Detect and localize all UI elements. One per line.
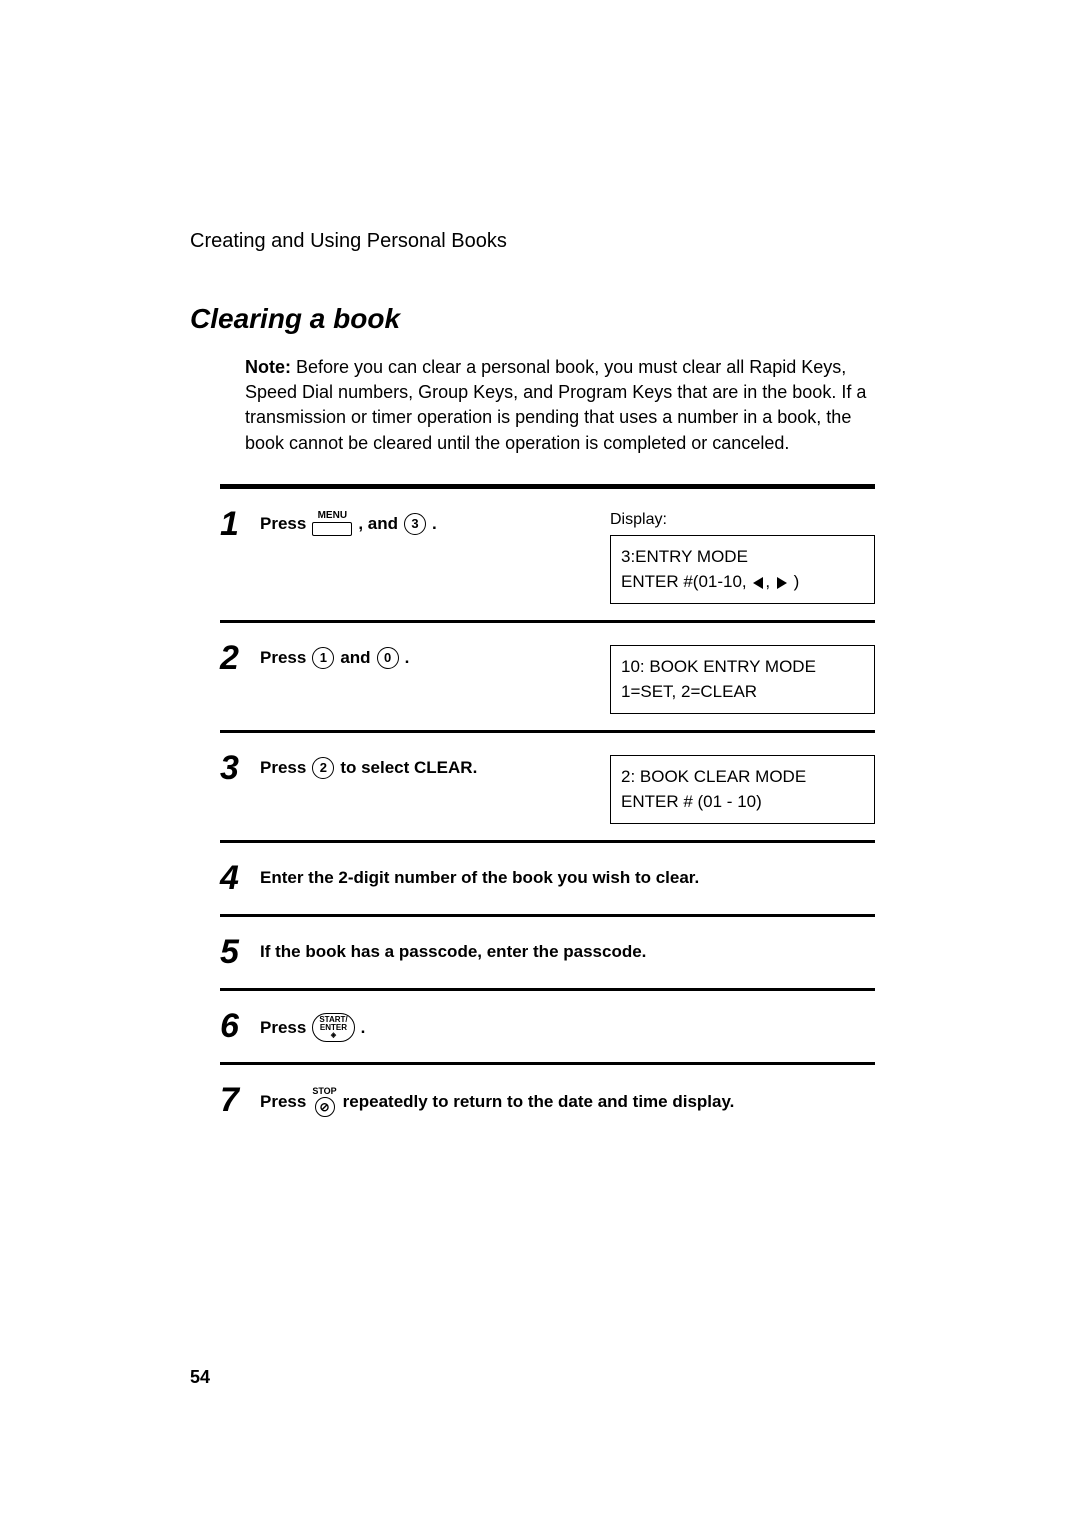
display-area: 10: BOOK ENTRY MODE 1=SET, 2=CLEAR: [610, 645, 875, 714]
display-box: 2: BOOK CLEAR MODE ENTER # (01 - 10): [610, 755, 875, 824]
key-0-icon: 0: [377, 647, 399, 669]
display-box: 10: BOOK ENTRY MODE 1=SET, 2=CLEAR: [610, 645, 875, 714]
step-number: 5: [220, 927, 260, 972]
step-instruction: If the book has a passcode, enter the pa…: [260, 939, 875, 965]
display-line-1: 10: BOOK ENTRY MODE: [621, 654, 864, 680]
step-instruction: Press 1 and 0 .: [260, 645, 598, 671]
step-row-4: 4 Enter the 2-digit number of the book y…: [220, 840, 875, 914]
breadcrumb: Creating and Using Personal Books: [190, 230, 890, 253]
note-block: Note: Before you can clear a personal bo…: [245, 355, 890, 456]
step-instruction: Press MENU , and 3 .: [260, 511, 598, 537]
step-row-3: 3 Press 2 to select CLEAR. 2: BOOK CLEAR…: [220, 730, 875, 840]
step-instruction: Press 2 to select CLEAR.: [260, 755, 598, 781]
display-line-2: 1=SET, 2=CLEAR: [621, 679, 864, 705]
rest-text: repeatedly to return to the date and tim…: [343, 1089, 735, 1115]
display-line-2: ENTER # (01 - 10): [621, 789, 864, 815]
step-number: 7: [220, 1075, 260, 1120]
press-text: Press: [260, 1015, 306, 1041]
step-row-6: 6 Press START/ ENTER ◈ .: [220, 988, 875, 1062]
note-text: Before you can clear a personal book, yo…: [245, 357, 866, 453]
steps-table: 1 Press MENU , and 3 . Display: 3:ENTRY …: [220, 484, 875, 1136]
menu-key-icon: MENU: [312, 511, 352, 536]
step-number: 4: [220, 853, 260, 898]
end-text: .: [405, 645, 410, 671]
press-text: Press: [260, 755, 306, 781]
step-text: Enter the 2-digit number of the book you…: [260, 865, 699, 891]
display-area: Display: 3:ENTRY MODE ENTER #(01-10, , ): [610, 511, 875, 604]
step-instruction: Press STOP ⊘ repeatedly to return to the…: [260, 1087, 875, 1117]
press-text: Press: [260, 511, 306, 537]
display-line-2b: ,: [765, 572, 774, 591]
display-line-2c: ): [789, 572, 799, 591]
rest-text: to select CLEAR.: [340, 755, 477, 781]
start-label-2: ENTER: [319, 1024, 347, 1032]
display-line-2a: ENTER #(01-10,: [621, 572, 751, 591]
step-row-7: 7 Press STOP ⊘ repeatedly to return to t…: [220, 1062, 875, 1136]
stop-circle-icon: ⊘: [315, 1097, 335, 1117]
and-text: and: [340, 645, 370, 671]
end-text: .: [432, 511, 437, 537]
start-enter-key-icon: START/ ENTER ◈: [312, 1013, 354, 1042]
step-text: If the book has a passcode, enter the pa…: [260, 939, 646, 965]
triangle-left-icon: [753, 577, 763, 589]
step-number: 3: [220, 743, 260, 788]
display-line-2: ENTER #(01-10, , ): [621, 569, 864, 595]
press-text: Press: [260, 645, 306, 671]
step-row-5: 5 If the book has a passcode, enter the …: [220, 914, 875, 988]
step-number: 1: [220, 499, 260, 544]
display-label: Display:: [610, 511, 875, 529]
key-3-icon: 3: [404, 513, 426, 535]
start-diamond-icon: ◈: [319, 1032, 347, 1039]
display-box: 3:ENTRY MODE ENTER #(01-10, , ): [610, 535, 875, 604]
stop-label: STOP: [312, 1087, 336, 1096]
page-number: 54: [190, 1367, 210, 1388]
key-1-icon: 1: [312, 647, 334, 669]
end-text: .: [361, 1015, 366, 1041]
display-line-1: 2: BOOK CLEAR MODE: [621, 764, 864, 790]
step-row-1: 1 Press MENU , and 3 . Display: 3:ENTRY …: [220, 484, 875, 620]
step-row-2: 2 Press 1 and 0 . 10: BOOK ENTRY MODE 1=…: [220, 620, 875, 730]
display-area: 2: BOOK CLEAR MODE ENTER # (01 - 10): [610, 755, 875, 824]
menu-label: MENU: [318, 511, 347, 521]
note-label: Note:: [245, 357, 291, 377]
stop-key-icon: STOP ⊘: [312, 1087, 336, 1117]
key-2-icon: 2: [312, 757, 334, 779]
press-text: Press: [260, 1089, 306, 1115]
and-text: , and: [358, 511, 398, 537]
step-instruction: Press START/ ENTER ◈ .: [260, 1013, 875, 1042]
step-instruction: Enter the 2-digit number of the book you…: [260, 865, 875, 891]
step-number: 2: [220, 633, 260, 678]
display-line-1: 3:ENTRY MODE: [621, 544, 864, 570]
triangle-right-icon: [777, 577, 787, 589]
section-title: Clearing a book: [190, 303, 890, 335]
step-number: 6: [220, 1001, 260, 1046]
